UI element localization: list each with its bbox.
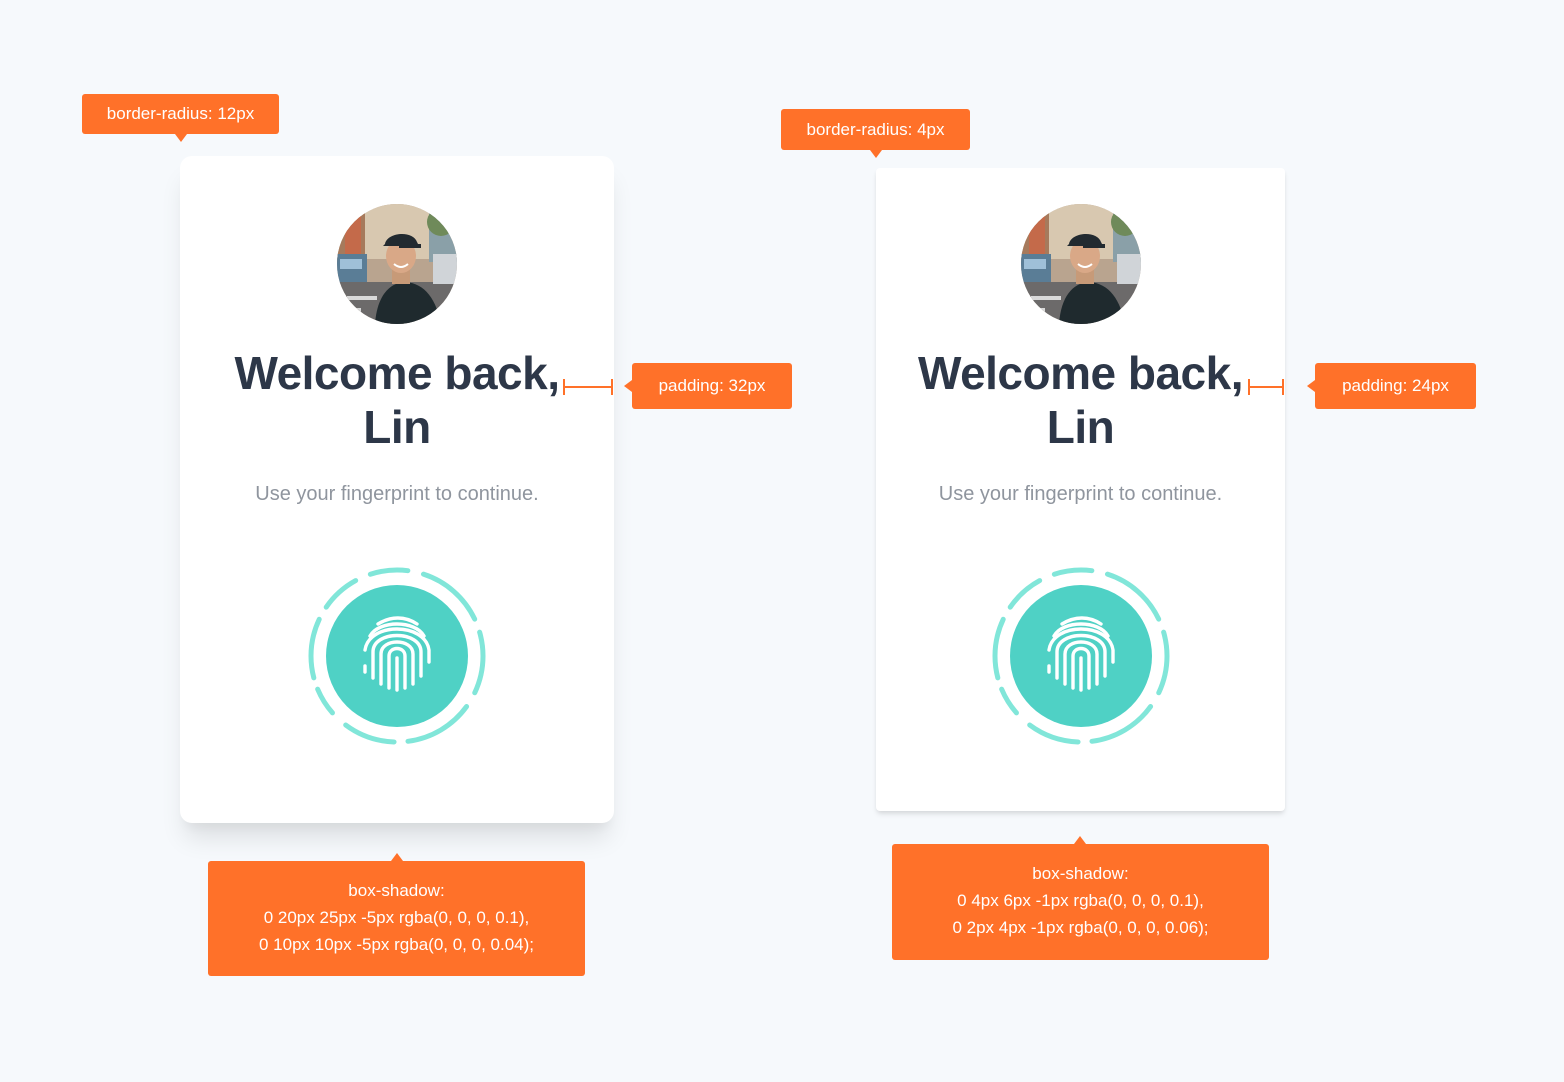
annotation-line: 0 2px 4px -1px rgba(0, 0, 0, 0.06); [952,918,1209,937]
user-avatar [337,204,457,324]
greeting-text: Welcome back, [917,347,1244,399]
annotation-pointer [624,380,632,392]
annotation-pointer [870,150,882,158]
fingerprint-button[interactable] [991,566,1171,746]
subtitle-text: Use your fingerprint to continue. [938,483,1223,505]
user-photo-icon [1021,204,1141,324]
greeting-text: Welcome back, [234,347,560,399]
subtitle-text: Use your fingerprint to continue. [255,483,539,505]
annotation-pointer [1074,836,1086,844]
user-name: Lin [1046,401,1115,453]
user-avatar [1021,204,1141,324]
login-card-sharp: Welcome back, Lin Use your fingerprint t… [876,168,1285,811]
login-card-rounded: Welcome back, Lin Use your fingerprint t… [180,156,614,823]
annotation-padding-left: padding: 32px [632,363,792,409]
annotation-border-radius-left: border-radius: 12px [82,94,279,134]
annotation-pointer [391,853,403,861]
annotation-line: 0 4px 6px -1px rgba(0, 0, 0, 0.1), [957,891,1204,910]
annotation-box-shadow-right: box-shadow: 0 4px 6px -1px rgba(0, 0, 0,… [892,844,1269,960]
welcome-heading: Welcome back, Lin [180,346,614,454]
annotation-line: 0 20px 25px -5px rgba(0, 0, 0, 0.1), [263,908,530,927]
annotation-line: box-shadow: [348,881,445,900]
annotation-line: 0 10px 10px -5px rgba(0, 0, 0, 0.04); [258,935,534,954]
fingerprint-icon [991,566,1171,746]
fingerprint-button[interactable] [307,566,487,746]
fingerprint-icon [307,566,487,746]
annotation-padding-right: padding: 24px [1315,363,1476,409]
padding-measure-icon [1248,379,1284,395]
welcome-heading: Welcome back, Lin [876,346,1285,454]
annotation-pointer [1307,380,1315,392]
user-name: Lin [363,401,431,453]
user-photo-icon [337,204,457,324]
annotation-border-radius-right: border-radius: 4px [781,109,970,150]
padding-measure-icon [563,379,613,395]
annotation-pointer [175,134,187,142]
annotation-box-shadow-left: box-shadow: 0 20px 25px -5px rgba(0, 0, … [208,861,585,976]
annotation-line: box-shadow: [1032,864,1129,883]
